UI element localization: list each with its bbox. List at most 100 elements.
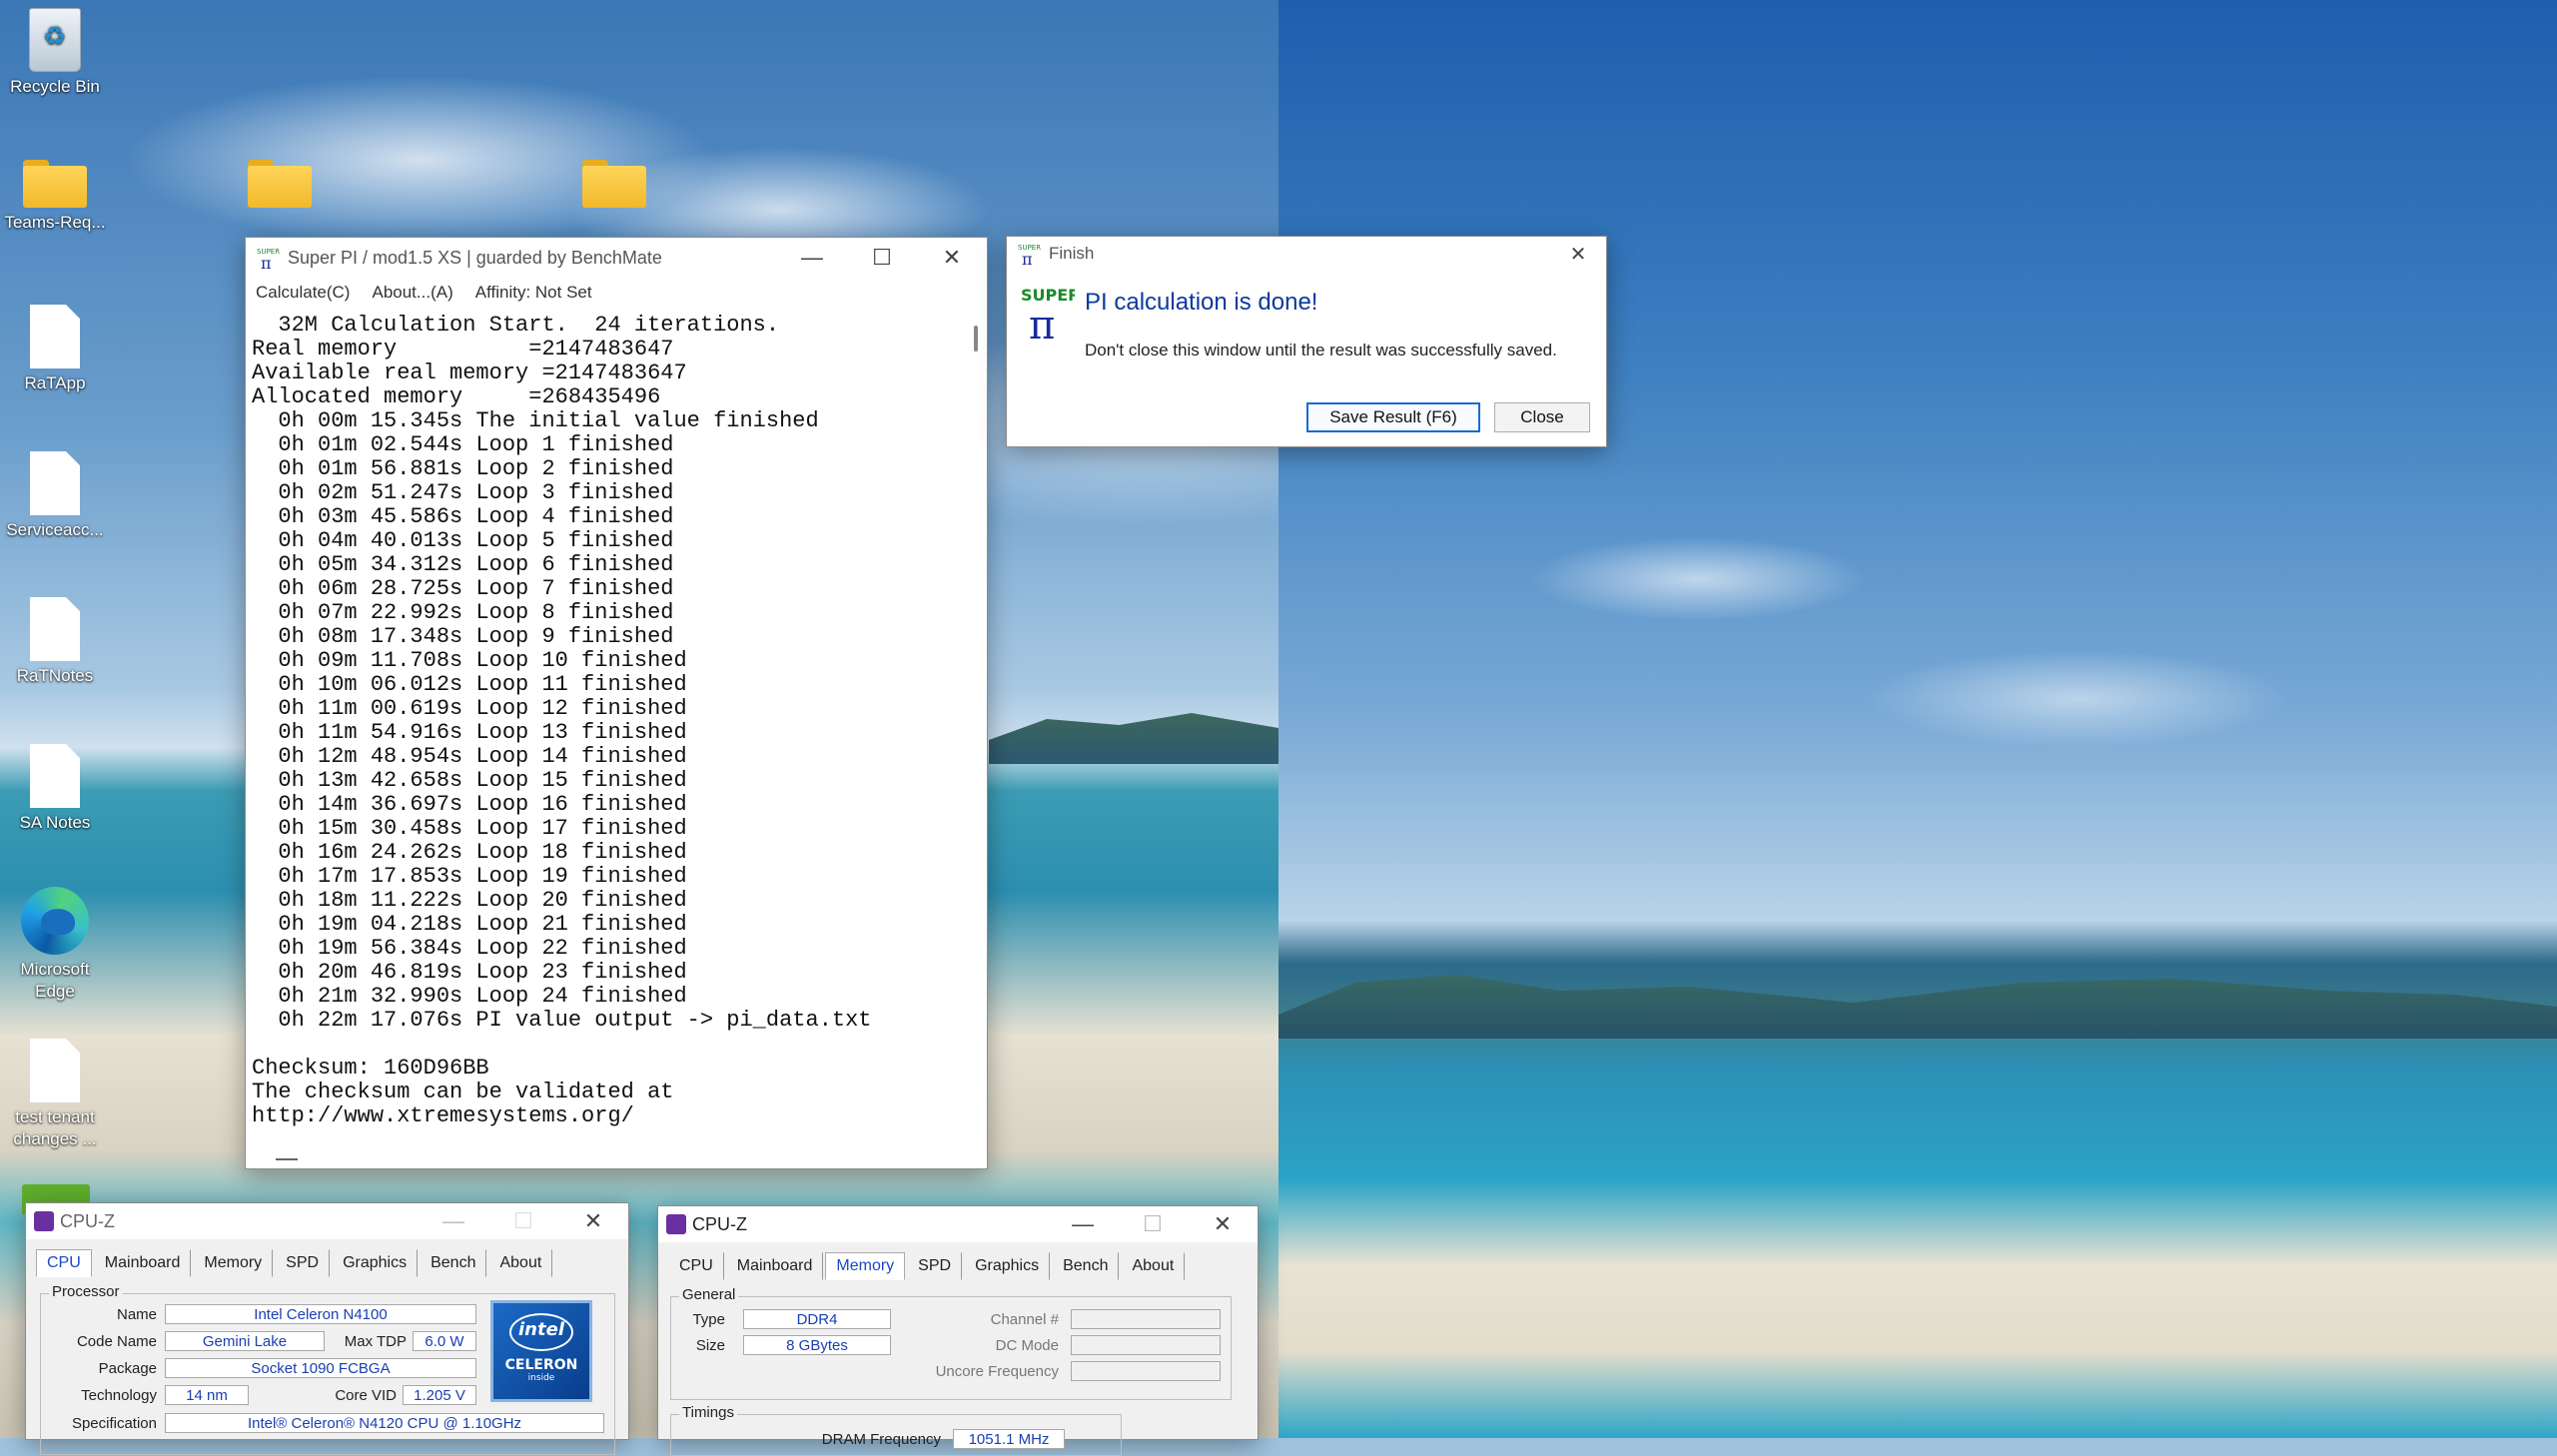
close-button[interactable]: ✕ bbox=[558, 1203, 628, 1239]
superpi-icon: SUPER π bbox=[257, 248, 280, 270]
desktop-icon-folder[interactable] bbox=[559, 160, 669, 212]
close-icon[interactable]: ✕ bbox=[1550, 237, 1606, 271]
tab-spd[interactable]: SPD bbox=[907, 1252, 963, 1280]
desktop-icon-test-tenant[interactable]: test tenant changes ... bbox=[0, 1039, 110, 1150]
log-line: 0h 02m 51.247s Loop 3 finished bbox=[252, 480, 674, 505]
desktop-icon-sa-notes[interactable]: SA Notes bbox=[0, 744, 110, 834]
superpi-window: SUPER π Super PI / mod1.5 XS | guarded b… bbox=[245, 237, 988, 1169]
log-line: 0h 17m 17.853s Loop 19 finished bbox=[252, 864, 687, 889]
minimize-button[interactable]: — bbox=[777, 238, 847, 278]
close-button[interactable]: ✕ bbox=[917, 238, 987, 278]
tab-bench[interactable]: Bench bbox=[420, 1249, 487, 1277]
dram-frequency-value: 1051.1 MHz bbox=[953, 1429, 1065, 1449]
finish-dialog: SUPER π Finish ✕ SUPER π PI calculation … bbox=[1006, 236, 1607, 447]
finish-title: Finish bbox=[1049, 244, 1095, 263]
close-dialog-button[interactable]: Close bbox=[1494, 402, 1590, 432]
menu-affinity[interactable]: Affinity: Not Set bbox=[475, 283, 592, 303]
superpi-title: Super PI / mod1.5 XS | guarded by BenchM… bbox=[288, 247, 662, 268]
tab-cpu[interactable]: CPU bbox=[36, 1249, 92, 1277]
tab-memory[interactable]: Memory bbox=[193, 1249, 274, 1277]
maximize-button[interactable]: ☐ bbox=[488, 1203, 558, 1239]
tab-cpu[interactable]: CPU bbox=[668, 1252, 724, 1280]
document-icon bbox=[30, 451, 80, 515]
size-label: Size bbox=[695, 1337, 725, 1354]
menu-about[interactable]: About...(A) bbox=[372, 283, 452, 303]
log-line: Checksum: 160D96BB bbox=[252, 1056, 489, 1081]
vertical-scrollbar[interactable] bbox=[971, 316, 981, 1134]
codename-label: Code Name bbox=[76, 1333, 157, 1350]
finish-titlebar[interactable]: SUPER π Finish ✕ bbox=[1007, 237, 1606, 271]
log-line: 0h 19m 56.384s Loop 22 finished bbox=[252, 936, 687, 961]
minimize-button[interactable]: — bbox=[419, 1203, 488, 1239]
log-line: 0h 22m 17.076s PI value output -> pi_dat… bbox=[252, 1008, 872, 1033]
horizontal-scrollbar[interactable] bbox=[276, 1158, 298, 1160]
log-line: 0h 21m 32.990s Loop 24 finished bbox=[252, 984, 687, 1009]
package-value: Socket 1090 FCBGA bbox=[165, 1358, 476, 1378]
svg-text:π: π bbox=[1022, 250, 1033, 266]
type-value: DDR4 bbox=[743, 1309, 891, 1329]
maximize-button[interactable]: ☐ bbox=[1118, 1206, 1188, 1242]
finish-heading: PI calculation is done! bbox=[1085, 289, 1318, 316]
save-result-button[interactable]: Save Result (F6) bbox=[1306, 402, 1480, 432]
superpi-icon: SUPER π bbox=[1018, 244, 1041, 266]
log-line: 0h 15m 30.458s Loop 17 finished bbox=[252, 816, 687, 841]
technology-value: 14 nm bbox=[165, 1385, 249, 1405]
cpuz-memory-window: CPU-Z — ☐ ✕ CPU Mainboard Memory SPD Gra… bbox=[657, 1205, 1259, 1456]
calculation-log: 32M Calculation Start. 24 iterations. Rea… bbox=[248, 310, 969, 1148]
maximize-button[interactable]: ☐ bbox=[847, 238, 917, 278]
channel-label: Channel # bbox=[990, 1311, 1059, 1328]
desktop-icon-label: Recycle Bin bbox=[10, 77, 100, 96]
tab-bench[interactable]: Bench bbox=[1052, 1252, 1120, 1280]
document-icon bbox=[30, 744, 80, 808]
intel-logo-inside: inside bbox=[527, 1373, 555, 1383]
specification-value: Intel® Celeron® N4120 CPU @ 1.10GHz bbox=[165, 1413, 604, 1433]
maxtdp-label: Max TDP bbox=[344, 1333, 407, 1350]
intel-logo-name: CELERON bbox=[504, 1357, 578, 1373]
cpuz-title: CPU-Z bbox=[692, 1213, 747, 1234]
desktop-icon-label: RaTApp bbox=[24, 373, 86, 392]
timings-group: Timings DRAM Frequency 1051.1 MHz bbox=[670, 1404, 1122, 1456]
tab-graphics[interactable]: Graphics bbox=[964, 1252, 1051, 1280]
close-button[interactable]: ✕ bbox=[1188, 1206, 1258, 1242]
log-line: 0h 01m 02.544s Loop 1 finished bbox=[252, 432, 674, 457]
log-line: Allocated memory =268435496 bbox=[252, 384, 661, 409]
general-group-label: General bbox=[679, 1286, 739, 1303]
desktop-icon-folder[interactable] bbox=[225, 160, 335, 212]
svg-text:π: π bbox=[261, 254, 272, 270]
tab-about[interactable]: About bbox=[488, 1249, 553, 1277]
menu-calculate[interactable]: Calculate(C) bbox=[256, 283, 350, 303]
cpuz-titlebar[interactable]: CPU-Z — ☐ ✕ bbox=[658, 1206, 1258, 1242]
name-label: Name bbox=[116, 1306, 157, 1323]
corevid-value: 1.205 V bbox=[403, 1385, 476, 1405]
log-line: 0h 18m 11.222s Loop 20 finished bbox=[252, 888, 687, 913]
dcmode-value bbox=[1071, 1335, 1221, 1355]
document-icon bbox=[30, 597, 80, 661]
desktop-icon-label: test tenant changes ... bbox=[13, 1107, 97, 1148]
tab-mainboard[interactable]: Mainboard bbox=[94, 1249, 192, 1277]
desktop-icon-edge[interactable]: Microsoft Edge bbox=[0, 887, 110, 1003]
desktop-icon-ratapp[interactable]: RaTApp bbox=[0, 305, 110, 394]
processor-group-label: Processor bbox=[49, 1283, 123, 1300]
tab-memory[interactable]: Memory bbox=[825, 1252, 906, 1280]
tab-about[interactable]: About bbox=[1121, 1252, 1186, 1280]
tab-graphics[interactable]: Graphics bbox=[332, 1249, 419, 1277]
log-line: 0h 19m 04.218s Loop 21 finished bbox=[252, 912, 687, 937]
minimize-button[interactable]: — bbox=[1048, 1206, 1118, 1242]
desktop-icon-teams-req[interactable]: Teams-Req... bbox=[0, 160, 110, 234]
superpi-titlebar[interactable]: SUPER π Super PI / mod1.5 XS | guarded b… bbox=[246, 238, 987, 278]
tab-spd[interactable]: SPD bbox=[275, 1249, 331, 1277]
cpuz-titlebar[interactable]: CPU-Z — ☐ ✕ bbox=[26, 1203, 628, 1239]
log-line: 0h 05m 34.312s Loop 6 finished bbox=[252, 552, 674, 577]
codename-value: Gemini Lake bbox=[165, 1331, 325, 1351]
desktop-icon-label: RaTNotes bbox=[16, 666, 94, 685]
tab-mainboard[interactable]: Mainboard bbox=[726, 1252, 824, 1280]
log-line: 0h 12m 48.954s Loop 14 finished bbox=[252, 744, 687, 769]
desktop-icon-recycle-bin[interactable]: ♻ Recycle Bin bbox=[0, 8, 110, 98]
desktop-icon-serviceacc[interactable]: Serviceacc... bbox=[0, 451, 110, 541]
wallpaper-right bbox=[1278, 0, 2557, 1438]
desktop-icon-ratnotes[interactable]: RaTNotes bbox=[0, 597, 110, 687]
log-line: 0h 11m 00.619s Loop 12 finished bbox=[252, 696, 687, 721]
desktop-icon-label: Microsoft Edge bbox=[20, 960, 90, 1001]
log-line: http://www.xtremesystems.org/ bbox=[252, 1103, 634, 1128]
